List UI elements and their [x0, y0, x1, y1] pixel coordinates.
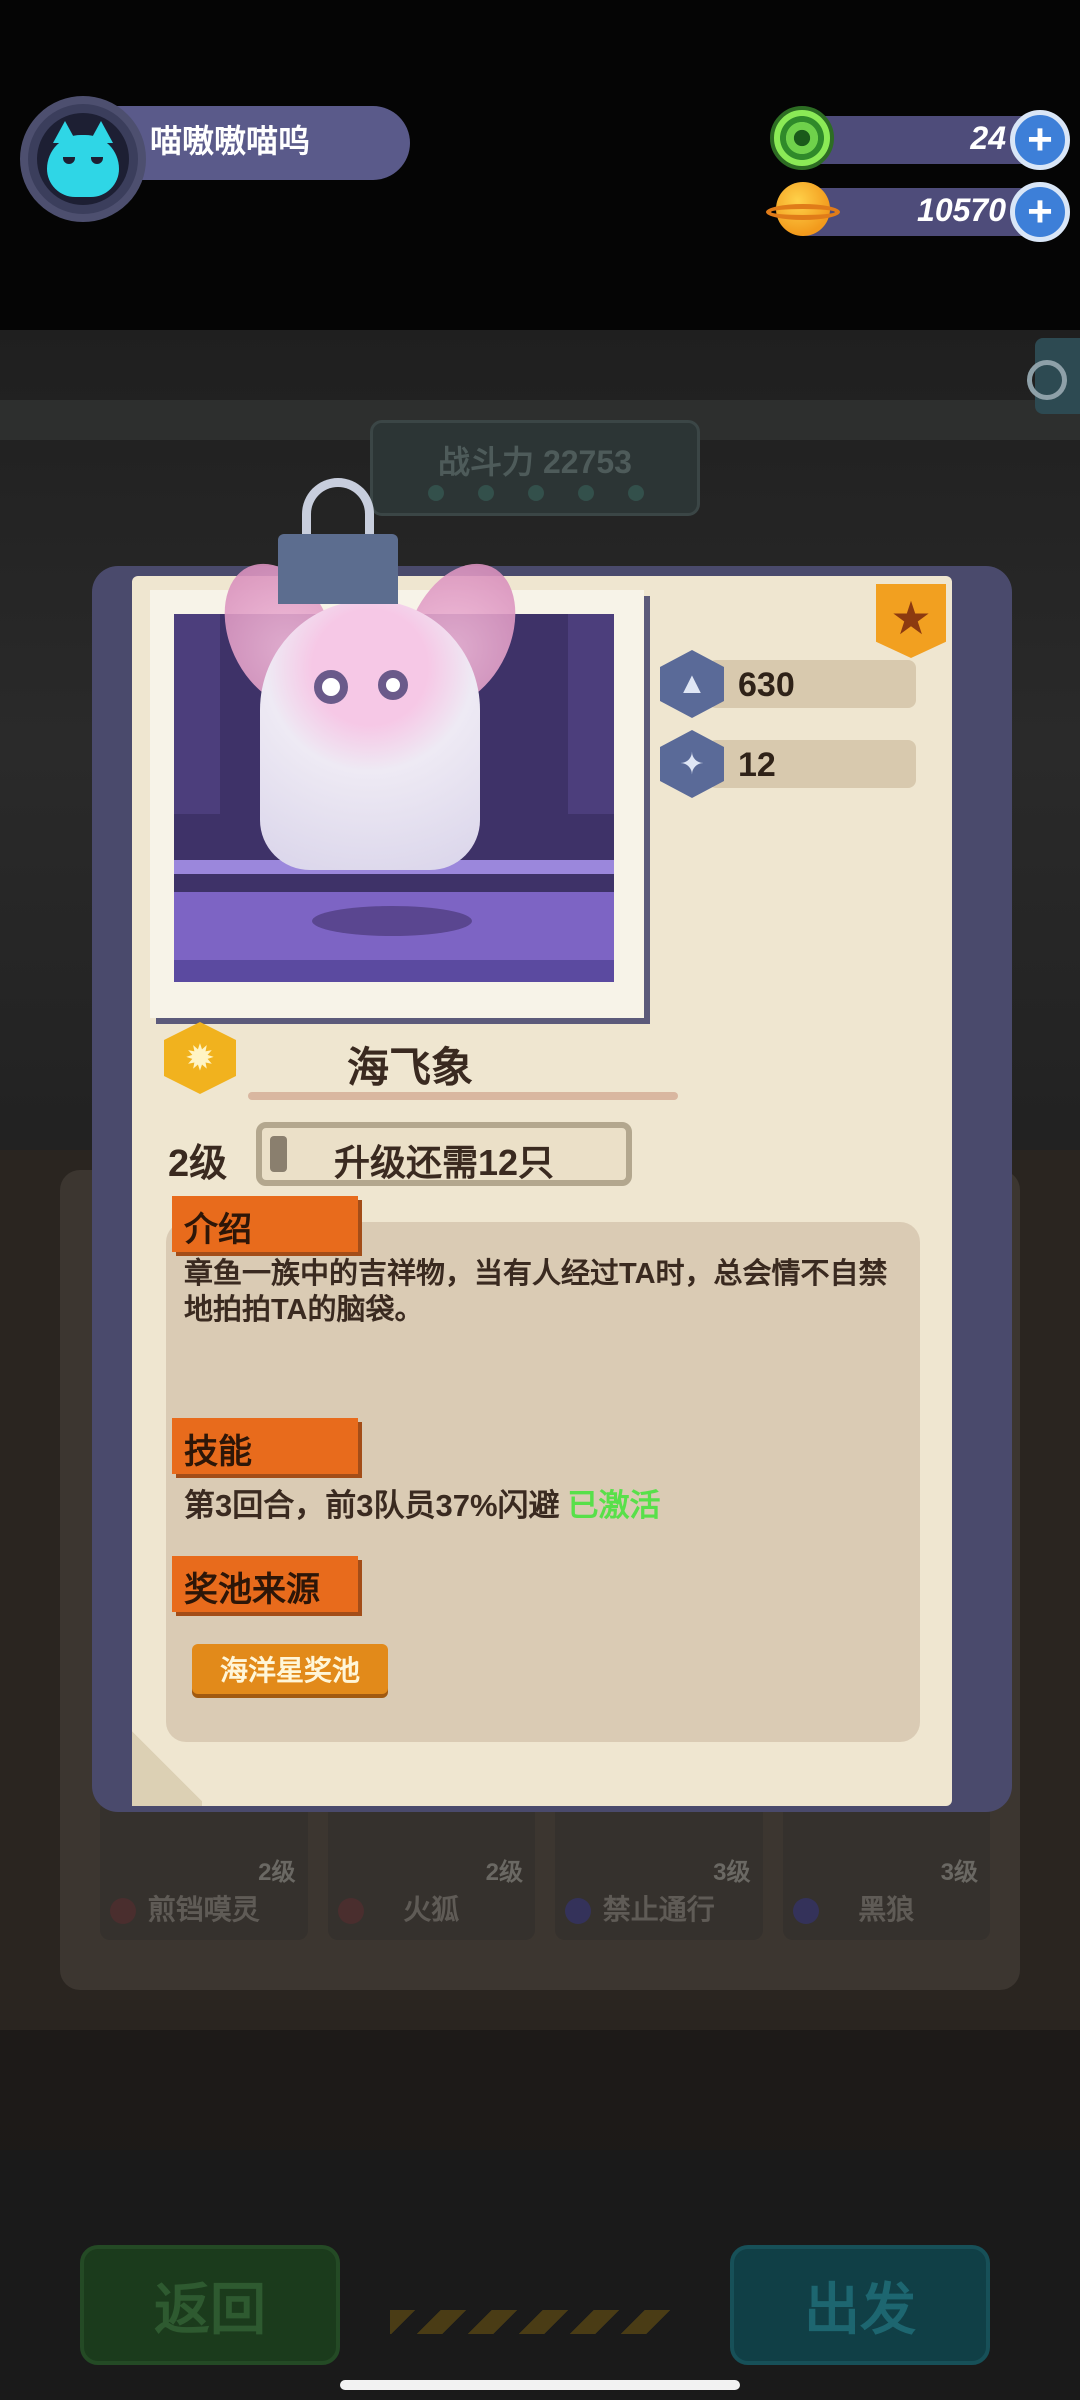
currency-planet: 10570 +: [760, 176, 1070, 246]
power-label: 战斗力 22753: [438, 444, 632, 480]
currency-value: 10570: [917, 192, 1006, 228]
currency-value: 24: [970, 120, 1006, 156]
player-name: 喵嗷嗷喵呜: [150, 123, 311, 159]
stat-attack: ▲ 630: [660, 650, 916, 718]
upgrade-text: 升级还需12只: [333, 1142, 555, 1183]
background-card-level: 3级: [940, 1859, 978, 1886]
add-coin-button[interactable]: +: [1010, 182, 1070, 242]
skill-status: 已激活: [567, 1488, 661, 1523]
background-card[interactable]: 3级 禁止通行: [555, 1800, 763, 1940]
source-section-tag: 奖池来源: [172, 1556, 358, 1612]
background-card[interactable]: 2级 煎铛嗼灵: [100, 1800, 308, 1940]
back-button[interactable]: 返回: [80, 2245, 340, 2365]
add-gem-button[interactable]: +: [1010, 110, 1070, 170]
upgrade-progress-bar: 升级还需12只: [256, 1122, 632, 1186]
background-card-name: 黑狼: [858, 1894, 915, 1925]
background-card-name: 火狐: [403, 1894, 460, 1925]
background-card-name: 禁止通行: [602, 1894, 715, 1925]
green-gem-coin-icon: [770, 106, 834, 170]
currency-gem: 24 +: [760, 104, 1070, 174]
avatar[interactable]: [20, 96, 146, 222]
background-card[interactable]: 3级 黑狼: [782, 1800, 990, 1940]
cat-avatar-icon: [37, 113, 129, 205]
character-level: 2级: [168, 1143, 228, 1185]
stat-value: 630: [738, 666, 795, 704]
planet-coin-icon: [766, 180, 840, 242]
background-card-level: 2级: [258, 1859, 296, 1886]
binder-clip-icon: [278, 478, 398, 618]
skill-text: 第3回合，前3队员37%闪避: [184, 1488, 560, 1523]
player-profile[interactable]: 喵嗷嗷喵呜: [20, 96, 410, 222]
stat-value: 12: [738, 746, 776, 784]
hazard-stripe: [390, 2310, 670, 2334]
background-card[interactable]: 2级 火狐: [327, 1800, 535, 1940]
intro-section-tag: 介绍: [172, 1196, 358, 1252]
power-display: 战斗力 22753: [370, 420, 700, 516]
depart-button[interactable]: 出发: [730, 2245, 990, 2365]
home-indicator[interactable]: [340, 2380, 740, 2390]
background-card-row: 2级 煎铛嗼灵 2级 火狐 3级 禁止通行 3级 黑狼: [100, 1800, 990, 1940]
skill-description: 第3回合，前3队员37%闪避 已激活: [184, 1480, 661, 1525]
prize-pool-source-button[interactable]: 海洋星奖池: [192, 1644, 388, 1694]
side-tab-icon[interactable]: [1027, 338, 1080, 414]
skill-section-tag: 技能: [172, 1418, 358, 1474]
intro-description: 章鱼一族中的吉祥物，当有人经过TA时，总会情不自禁地拍拍TA的脑袋。: [184, 1258, 888, 1326]
character-name: 海飞象: [346, 1044, 473, 1091]
background-card-level: 2级: [485, 1859, 523, 1886]
background-card-level: 3级: [713, 1859, 751, 1886]
background-card-name: 煎铛嗼灵: [147, 1894, 260, 1925]
stat-speed: ✦ 12: [660, 730, 916, 798]
power-dots: [428, 485, 644, 501]
